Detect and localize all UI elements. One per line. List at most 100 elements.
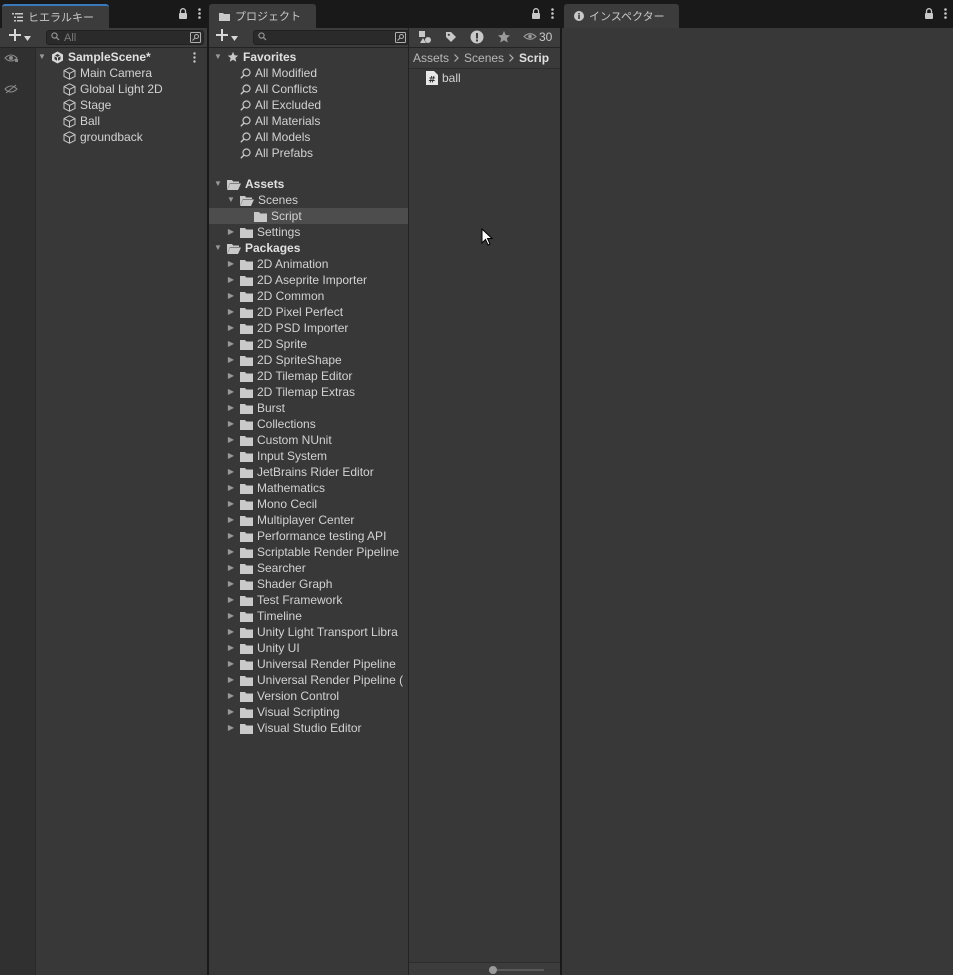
collapse-arrow-icon[interactable]: ▶ bbox=[226, 256, 236, 272]
collapse-arrow-icon[interactable]: ▶ bbox=[226, 592, 236, 608]
expand-arrow-icon[interactable]: ▼ bbox=[213, 240, 223, 256]
search-by-type-icon[interactable] bbox=[418, 30, 432, 47]
collapse-arrow-icon[interactable]: ▶ bbox=[226, 448, 236, 464]
package-folder[interactable]: ▶ Searcher bbox=[226, 560, 306, 576]
hierarchy-object-row[interactable]: Main Camera bbox=[63, 65, 152, 81]
collapse-arrow-icon[interactable]: ▶ bbox=[226, 400, 236, 416]
kebab-menu-icon[interactable] bbox=[944, 8, 947, 22]
slider-handle[interactable] bbox=[489, 966, 497, 974]
package-folder[interactable]: ▶ Mathematics bbox=[226, 480, 325, 496]
hierarchy-search-field[interactable]: All bbox=[46, 30, 204, 45]
packages-folder[interactable]: ▼ Packages bbox=[213, 240, 300, 256]
package-folder[interactable]: ▶ Visual Scripting bbox=[226, 704, 340, 720]
tab-project[interactable]: プロジェクト bbox=[209, 4, 316, 28]
package-folder[interactable]: ▶ 2D Aseprite Importer bbox=[226, 272, 367, 288]
log-errors-icon[interactable] bbox=[470, 30, 484, 47]
package-folder[interactable]: ▶ Timeline bbox=[226, 608, 302, 624]
package-folder[interactable]: ▶ 2D Animation bbox=[226, 256, 328, 272]
collapse-arrow-icon[interactable]: ▶ bbox=[226, 416, 236, 432]
expand-arrow-icon[interactable]: ▼ bbox=[213, 49, 223, 65]
favorites-header[interactable]: ▼ Favorites bbox=[213, 49, 296, 65]
hierarchy-object-row[interactable]: Global Light 2D bbox=[63, 81, 163, 97]
package-folder[interactable]: ▶ Collections bbox=[226, 416, 316, 432]
lock-icon[interactable] bbox=[178, 8, 188, 22]
kebab-menu-icon[interactable] bbox=[551, 8, 554, 22]
collapse-arrow-icon[interactable]: ▶ bbox=[226, 528, 236, 544]
collapse-arrow-icon[interactable]: ▶ bbox=[226, 224, 236, 240]
scene-row[interactable]: ▼ SampleScene* bbox=[36, 49, 207, 65]
collapse-arrow-icon[interactable]: ▶ bbox=[226, 384, 236, 400]
collapse-arrow-icon[interactable]: ▶ bbox=[226, 560, 236, 576]
package-folder[interactable]: ▶ Burst bbox=[226, 400, 285, 416]
favorite-item[interactable]: All Models bbox=[226, 129, 310, 145]
package-folder[interactable]: ▶ Visual Studio Editor bbox=[226, 720, 362, 736]
collapse-arrow-icon[interactable]: ▶ bbox=[226, 704, 236, 720]
create-button[interactable] bbox=[9, 29, 31, 44]
collapse-arrow-icon[interactable]: ▶ bbox=[226, 288, 236, 304]
create-asset-button[interactable] bbox=[216, 29, 238, 44]
collapse-arrow-icon[interactable]: ▶ bbox=[226, 624, 236, 640]
favorite-item[interactable]: All Prefabs bbox=[226, 145, 313, 161]
lock-icon[interactable] bbox=[531, 8, 541, 22]
favorite-item[interactable]: All Conflicts bbox=[226, 81, 318, 97]
package-folder[interactable]: ▶ 2D SpriteShape bbox=[226, 352, 342, 368]
favorite-item[interactable]: All Materials bbox=[226, 113, 320, 129]
package-folder[interactable]: ▶ Universal Render Pipeline ( bbox=[226, 672, 403, 688]
collapse-arrow-icon[interactable]: ▶ bbox=[226, 304, 236, 320]
collapse-arrow-icon[interactable]: ▶ bbox=[226, 480, 236, 496]
search-expand-icon[interactable] bbox=[395, 32, 406, 46]
search-expand-icon[interactable] bbox=[190, 32, 201, 46]
hierarchy-object-row[interactable]: Ball bbox=[63, 113, 100, 129]
package-folder[interactable]: ▶ Multiplayer Center bbox=[226, 512, 354, 528]
package-folder[interactable]: ▶ Version Control bbox=[226, 688, 339, 704]
expand-arrow-icon[interactable]: ▼ bbox=[213, 176, 223, 192]
package-folder[interactable]: ▶ Universal Render Pipeline bbox=[226, 656, 396, 672]
expand-arrow-icon[interactable]: ▼ bbox=[37, 49, 47, 65]
package-folder[interactable]: ▶ Unity Light Transport Libra bbox=[226, 624, 398, 640]
collapse-arrow-icon[interactable]: ▶ bbox=[226, 544, 236, 560]
breadcrumb-scenes[interactable]: Scenes bbox=[464, 51, 504, 65]
collapse-arrow-icon[interactable]: ▶ bbox=[226, 272, 236, 288]
collapse-arrow-icon[interactable]: ▶ bbox=[226, 336, 236, 352]
collapse-arrow-icon[interactable]: ▶ bbox=[226, 688, 236, 704]
tab-inspector[interactable]: インスペクター bbox=[564, 4, 679, 28]
visibility-count[interactable]: 30 bbox=[523, 30, 552, 44]
script-folder[interactable]: Script bbox=[240, 208, 302, 224]
collapse-arrow-icon[interactable]: ▶ bbox=[226, 640, 236, 656]
hierarchy-object-row[interactable]: groundback bbox=[63, 129, 143, 145]
collapse-arrow-icon[interactable]: ▶ bbox=[226, 432, 236, 448]
settings-folder[interactable]: ▶ Settings bbox=[226, 224, 300, 240]
favorite-item[interactable]: All Excluded bbox=[226, 97, 321, 113]
favorite-item[interactable]: All Modified bbox=[226, 65, 317, 81]
scenes-folder[interactable]: ▼ Scenes bbox=[226, 192, 298, 208]
scene-kebab-icon[interactable] bbox=[193, 52, 196, 66]
collapse-arrow-icon[interactable]: ▶ bbox=[226, 608, 236, 624]
collapse-arrow-icon[interactable]: ▶ bbox=[226, 576, 236, 592]
favorite-star-icon[interactable] bbox=[497, 30, 511, 47]
project-search-field[interactable] bbox=[253, 30, 409, 45]
collapse-arrow-icon[interactable]: ▶ bbox=[226, 656, 236, 672]
package-folder[interactable]: ▶ 2D Sprite bbox=[226, 336, 307, 352]
pickable-hidden-eye-icon[interactable] bbox=[4, 83, 18, 97]
collapse-arrow-icon[interactable]: ▶ bbox=[226, 368, 236, 384]
collapse-arrow-icon[interactable]: ▶ bbox=[226, 352, 236, 368]
package-folder[interactable]: ▶ JetBrains Rider Editor bbox=[226, 464, 374, 480]
package-folder[interactable]: ▶ Performance testing API bbox=[226, 528, 386, 544]
package-folder[interactable]: ▶ Unity UI bbox=[226, 640, 300, 656]
package-folder[interactable]: ▶ Scriptable Render Pipeline bbox=[226, 544, 399, 560]
package-folder[interactable]: ▶ Mono Cecil bbox=[226, 496, 317, 512]
breadcrumb-assets[interactable]: Assets bbox=[413, 51, 449, 65]
collapse-arrow-icon[interactable]: ▶ bbox=[226, 320, 236, 336]
hierarchy-object-row[interactable]: Stage bbox=[63, 97, 111, 113]
visibility-eye-icon[interactable] bbox=[4, 52, 18, 66]
collapse-arrow-icon[interactable]: ▶ bbox=[226, 672, 236, 688]
package-folder[interactable]: ▶ 2D Tilemap Editor bbox=[226, 368, 352, 384]
collapse-arrow-icon[interactable]: ▶ bbox=[226, 496, 236, 512]
package-folder[interactable]: ▶ Test Framework bbox=[226, 592, 342, 608]
icon-size-slider[interactable] bbox=[489, 969, 544, 971]
package-folder[interactable]: ▶ Input System bbox=[226, 448, 327, 464]
search-by-label-icon[interactable] bbox=[445, 31, 457, 46]
tab-hierarchy[interactable]: ヒエラルキー bbox=[2, 4, 109, 28]
package-folder[interactable]: ▶ 2D Pixel Perfect bbox=[226, 304, 343, 320]
breadcrumb-script[interactable]: Scrip bbox=[519, 51, 549, 65]
